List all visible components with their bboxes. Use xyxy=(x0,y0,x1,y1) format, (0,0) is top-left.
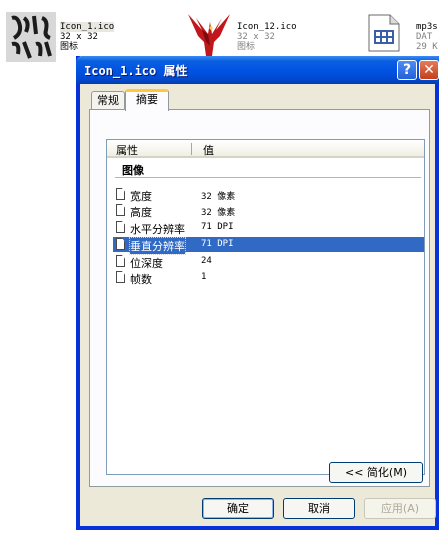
file-dims: DAT xyxy=(416,32,433,42)
tab-summary[interactable]: 摘要 xyxy=(125,89,169,111)
file-name: mp3s xyxy=(416,22,438,32)
help-icon[interactable]: ? xyxy=(397,60,417,80)
apply-button[interactable]: 应用(A) xyxy=(364,498,436,519)
tab-label: 常规 xyxy=(97,94,119,107)
property-name: 水平分辨率 xyxy=(130,223,185,236)
document-icon xyxy=(116,188,125,200)
list-header: 属性 值 xyxy=(107,140,424,158)
property-row-selected[interactable]: 垂直分辨率 71 DPI xyxy=(113,237,424,255)
ok-button[interactable]: 确定 xyxy=(202,498,274,519)
property-row[interactable]: 位深度 24 xyxy=(113,254,424,270)
file-name: Icon_1.ico xyxy=(60,22,115,32)
document-icon xyxy=(116,204,125,216)
tab-panel-summary: 属性 值 图像 宽度 32 像素 高度 32 像素 水平分辨率 71 DPI 垂… xyxy=(89,109,430,487)
property-value: 32 像素 xyxy=(201,192,236,202)
document-icon xyxy=(116,255,125,267)
property-value: 24 xyxy=(201,256,212,266)
dialog-titlebar[interactable]: Icon_1.ico 属性 ? ✕ xyxy=(76,56,439,84)
property-value: 71 DPI xyxy=(201,239,234,249)
file-dims: 32 x 32 xyxy=(237,32,275,42)
file-type: 图标 xyxy=(237,42,256,52)
document-icon xyxy=(116,238,125,250)
group-title-image: 图像 xyxy=(122,164,144,177)
property-row[interactable]: 高度 32 像素 xyxy=(113,203,424,219)
document-icon xyxy=(116,271,125,283)
property-row[interactable]: 水平分辨率 71 DPI xyxy=(113,220,424,236)
property-row[interactable]: 宽度 32 像素 xyxy=(113,187,424,203)
group-divider xyxy=(115,177,421,178)
property-value: 1 xyxy=(201,272,207,282)
calligraphy-image-icon xyxy=(6,12,56,62)
property-row[interactable]: 帧数 1 xyxy=(113,270,424,286)
column-divider[interactable] xyxy=(191,143,192,155)
cancel-button[interactable]: 取消 xyxy=(283,498,355,519)
column-header-value[interactable]: 值 xyxy=(203,142,214,158)
document-icon xyxy=(116,221,125,233)
property-value: 71 DPI xyxy=(201,222,234,232)
column-header-property[interactable]: 属性 xyxy=(116,142,138,158)
file-type: 29 K xyxy=(416,42,438,52)
property-value: 32 像素 xyxy=(201,208,236,218)
property-name: 高度 xyxy=(130,206,152,219)
properties-list[interactable]: 属性 值 图像 宽度 32 像素 高度 32 像素 水平分辨率 71 DPI 垂… xyxy=(106,139,425,475)
red-dragon-icon xyxy=(186,12,232,56)
close-icon[interactable]: ✕ xyxy=(419,60,439,80)
file-dims: 32 x 32 xyxy=(60,32,98,42)
property-name: 位深度 xyxy=(130,257,163,270)
dialog-title: Icon_1.ico 属性 xyxy=(84,64,188,78)
file-type: 图标 xyxy=(60,42,79,52)
property-name: 垂直分辨率 xyxy=(129,237,186,255)
property-name: 帧数 xyxy=(130,273,152,286)
properties-dialog: Icon_1.ico 属性 ? ✕ 常规 摘要 属性 值 图像 宽度 32 像素… xyxy=(76,56,439,530)
property-name: 宽度 xyxy=(130,190,152,203)
tab-general[interactable]: 常规 xyxy=(91,91,125,111)
simplify-button[interactable]: << 简化(M) xyxy=(329,462,423,483)
file-name: Icon_12.ico xyxy=(237,22,297,32)
data-file-icon xyxy=(368,14,400,52)
tab-label: 摘要 xyxy=(136,93,158,106)
